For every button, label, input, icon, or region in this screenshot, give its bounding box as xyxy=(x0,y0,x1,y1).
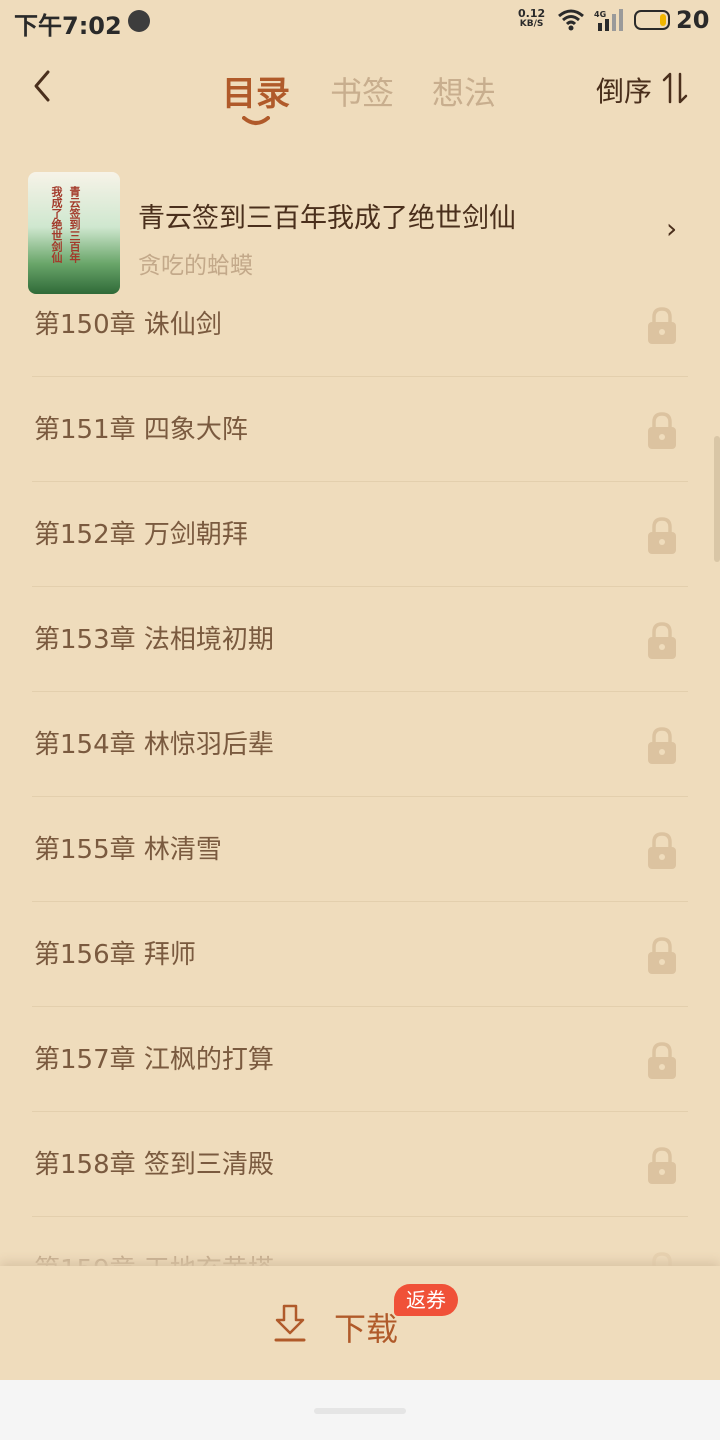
home-indicator[interactable] xyxy=(314,1408,406,1414)
chapter-item[interactable]: 第155章 林清雪 xyxy=(32,797,688,902)
chapter-title: 第150章 诛仙剑 xyxy=(34,310,222,340)
back-icon xyxy=(34,70,50,102)
chapter-title: 第153章 法相境初期 xyxy=(34,625,274,655)
chapter-list: 第150章 诛仙剑 第151章 四象大阵 第152章 万剑朝拜 第153章 法相境初期… xyxy=(0,272,720,1322)
cover-title-line-1: 我成了绝世剑仙 xyxy=(50,186,63,263)
tab-catalog[interactable]: 目录 xyxy=(222,66,290,115)
system-nav-bar xyxy=(0,1380,720,1440)
lock-icon xyxy=(648,307,676,344)
lock-icon xyxy=(648,727,676,764)
status-time: 下午7:02 xyxy=(14,12,122,40)
chapter-title: 第156章 拜师 xyxy=(34,940,196,970)
lock-icon xyxy=(648,1147,676,1184)
back-button[interactable] xyxy=(28,66,58,106)
net-speed-value: 0.12 xyxy=(518,7,546,20)
chapter-item[interactable]: 第156章 拜师 xyxy=(32,902,688,1007)
chapter-title: 第155章 林清雪 xyxy=(34,835,222,865)
tab-bookmarks[interactable]: 书签 xyxy=(330,68,394,114)
chapter-item[interactable]: 第153章 法相境初期 xyxy=(32,587,688,692)
chapter-item[interactable]: 第152章 万剑朝拜 xyxy=(32,482,688,587)
tab-active-indicator xyxy=(242,116,270,125)
chapter-title: 第152章 万剑朝拜 xyxy=(34,520,248,550)
sort-order-button[interactable]: 倒序 xyxy=(596,70,652,110)
scrollbar[interactable] xyxy=(714,436,720,562)
battery-level: 20 xyxy=(676,6,710,34)
battery-icon xyxy=(634,10,670,30)
cover-title-line-2: 青云签到三百年 xyxy=(68,186,81,263)
chapter-title: 第154章 林惊羽后辈 xyxy=(34,730,274,760)
coupon-badge: 返券 xyxy=(394,1284,458,1316)
sort-icon[interactable] xyxy=(660,70,690,106)
tab-thoughts[interactable]: 想法 xyxy=(432,68,496,114)
lock-icon xyxy=(648,412,676,449)
lock-icon xyxy=(648,832,676,869)
chapter-item[interactable]: 第158章 签到三清殿 xyxy=(32,1112,688,1217)
chapter-item[interactable]: 第154章 林惊羽后辈 xyxy=(32,692,688,797)
top-nav: 目录 书签 想法 倒序 xyxy=(0,50,720,130)
chapter-item[interactable]: 第157章 江枫的打算 xyxy=(32,1007,688,1112)
download-bar[interactable]: 下载 返券 xyxy=(0,1266,720,1380)
chapter-item[interactable]: 第151章 四象大阵 xyxy=(32,377,688,482)
signal-label: 4G xyxy=(594,10,606,19)
chevron-right-icon: › xyxy=(666,212,678,245)
lock-icon xyxy=(648,937,676,974)
download-button[interactable]: 下载 xyxy=(334,1304,398,1350)
lock-icon xyxy=(648,622,676,659)
book-title: 青云签到三百年我成了绝世剑仙 xyxy=(138,203,516,234)
download-icon xyxy=(274,1304,306,1342)
chapter-title: 第158章 签到三清殿 xyxy=(34,1150,274,1180)
net-speed: 0.12 KB/S xyxy=(518,8,545,30)
chapter-title: 第151章 四象大阵 xyxy=(34,415,248,445)
status-bar: 下午7:02 0.12 KB/S 4G 20 xyxy=(0,0,720,42)
notification-dot-icon xyxy=(128,10,150,32)
lock-icon xyxy=(648,517,676,554)
chapter-title: 第157章 江枫的打算 xyxy=(34,1045,274,1075)
list-fade xyxy=(0,1232,720,1266)
chapter-item[interactable]: 第150章 诛仙剑 xyxy=(32,272,688,377)
wifi-icon xyxy=(558,9,584,31)
signal-icon: 4G xyxy=(594,9,623,31)
lock-icon xyxy=(648,1042,676,1079)
net-speed-unit: KB/S xyxy=(519,19,544,29)
